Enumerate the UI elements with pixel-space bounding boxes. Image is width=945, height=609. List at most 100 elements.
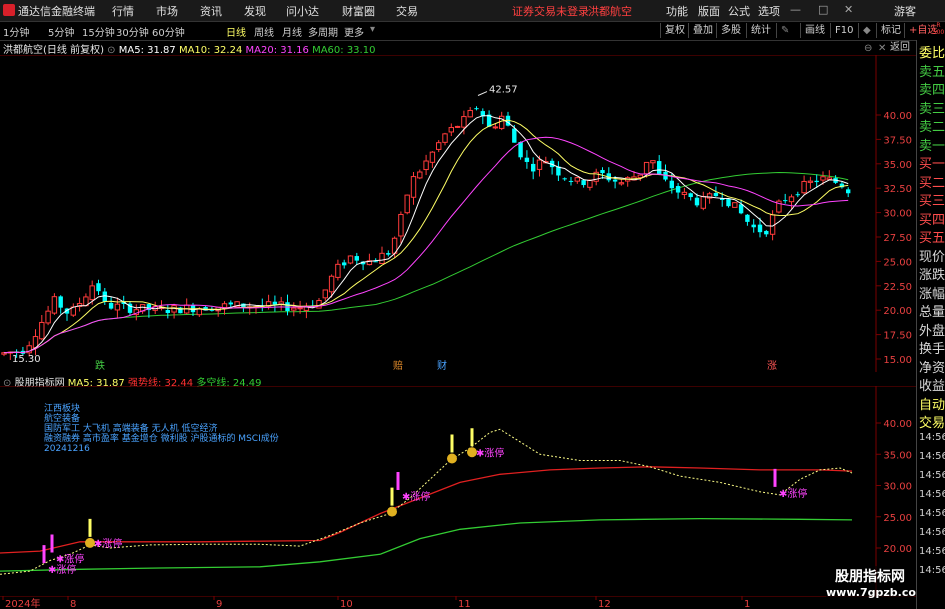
candle-body-up — [436, 142, 442, 150]
candle-body-down — [562, 178, 567, 180]
side-panel-item: 买二 — [919, 175, 945, 191]
candle-body-up — [587, 179, 593, 188]
candle-body-down — [738, 204, 744, 214]
overlay-button[interactable]: 叠加 — [688, 23, 717, 38]
marker-icon[interactable]: ◆ — [858, 23, 875, 38]
tick-time: 14:56 — [919, 508, 945, 519]
pen-icon[interactable]: ✎ — [776, 23, 793, 38]
candle-body-down — [694, 197, 700, 206]
zoom-out-icon[interactable]: ⊖ — [864, 43, 872, 54]
tick-time: 14:56 — [919, 527, 945, 538]
candle-body-down — [688, 193, 693, 198]
side-panel-item: 卖一 — [919, 138, 945, 154]
pane-close-icon[interactable]: ✕ — [878, 43, 886, 54]
limit-up-label: ✱涨停 — [56, 553, 84, 566]
login-status[interactable]: 证券交易未登录 — [512, 3, 589, 19]
menu-market[interactable]: 市场 — [156, 3, 178, 19]
candle-body-up — [700, 196, 706, 209]
side-panel-item: 卖四 — [919, 83, 945, 98]
stock-name-title: 洪都航空 — [588, 5, 632, 18]
event-marker[interactable]: 涨 — [767, 360, 777, 372]
menu-formula[interactable]: 公式 — [728, 3, 750, 19]
candle-body-up — [467, 109, 473, 118]
tf-more[interactable]: 更多 — [344, 24, 364, 39]
candle-body-up — [51, 296, 58, 314]
tf-multi[interactable]: 多周期 — [308, 24, 338, 39]
signal-bar — [773, 468, 777, 487]
f10-button[interactable]: F10 — [830, 23, 857, 38]
tf-monthly[interactable]: 月线 — [282, 24, 302, 39]
tf-15min[interactable]: 15分钟 — [82, 24, 115, 39]
guest-label[interactable]: 游客 — [894, 3, 916, 19]
title-bar: 通达信金融终端 行情 市场 资讯 发现 问小达 财富圈 交易 证券交易未登录 洪… — [0, 0, 945, 22]
note-line-3: 国防军工 大飞机 高端装备 无人机 低空经济 — [44, 424, 218, 434]
tick-time: 14:56 — [919, 451, 945, 462]
candle-body-up — [826, 177, 832, 180]
limit-up-label: ✱涨停 — [476, 446, 504, 459]
candle-body-up — [536, 159, 543, 170]
tick-time: 14:56 — [919, 565, 945, 576]
main-kline-chart[interactable]: 40.00 37.50 35.00 32.50 30.00 27.50 25.00 22.50… — [0, 55, 916, 372]
coin-icon — [447, 453, 457, 464]
x-axis-label: 10 — [340, 599, 353, 609]
chart-toolbar: 1分钟 5分钟 15分钟 30分钟 60分钟 日线 周线 月线 多周期 更多 ▾… — [0, 22, 945, 41]
candle-body-down — [354, 256, 359, 261]
menu-options[interactable]: 选项 — [758, 3, 780, 19]
maximize-icon[interactable]: □ — [818, 3, 828, 16]
more-chevron-icon[interactable]: ▾ — [370, 24, 375, 35]
candle-body-up — [114, 303, 121, 311]
candle-body-down — [783, 200, 788, 202]
side-panel-item: 总量 — [919, 305, 945, 320]
candle-body-down — [272, 301, 278, 305]
tf-60min[interactable]: 60分钟 — [152, 24, 185, 39]
x-axis-label: 9 — [216, 599, 222, 609]
side-panel-item: 买五 — [919, 231, 945, 246]
menu-trade[interactable]: 交易 — [396, 3, 418, 19]
watermark-url: www.7gpzb.com — [826, 586, 928, 599]
side-panel-item[interactable]: 交易 — [919, 412, 945, 431]
x-axis-label: 2024年 — [5, 597, 40, 609]
main-info-line: 洪都航空(日线 前复权) ⊙ MA5: 31.87 MA10: 32.24 MA… — [3, 41, 375, 56]
candle-body-up — [39, 321, 45, 340]
candle-body-down — [373, 261, 378, 263]
tf-30min[interactable]: 30分钟 — [116, 24, 149, 39]
back-button[interactable]: 返回 — [886, 40, 914, 55]
menu-layout[interactable]: 版面 — [698, 3, 720, 19]
candle-body-up — [448, 127, 455, 133]
candle-body-down — [612, 179, 618, 182]
sub-y-tick-label: 25.00 — [883, 513, 912, 524]
multi-stock-button[interactable]: 多股 — [716, 23, 745, 38]
side-panel-item[interactable]: 自动 — [919, 394, 945, 413]
menu-quotes[interactable]: 行情 — [112, 3, 134, 19]
candle-body-up — [643, 161, 650, 175]
candle-body-up — [461, 116, 467, 128]
minimize-icon[interactable]: — — [790, 3, 801, 16]
menu-wealth[interactable]: 财富圈 — [342, 3, 375, 19]
note-line-2: 航空装备 — [44, 414, 81, 424]
draw-line-button[interactable]: 画线 — [800, 23, 829, 38]
candle-body-down — [342, 262, 347, 266]
tf-daily[interactable]: 日线 — [226, 24, 246, 39]
menu-ask[interactable]: 问小达 — [286, 3, 319, 19]
mark-button[interactable]: 标记 — [876, 23, 905, 38]
app-logo-icon — [3, 4, 15, 16]
tick-time: 14:56 — [919, 489, 945, 500]
tf-1min[interactable]: 1分钟 — [3, 24, 29, 39]
adjust-button[interactable]: 复权 — [660, 23, 689, 38]
side-panel-item: 换手 — [919, 342, 945, 357]
stats-button[interactable]: 统计 — [746, 23, 775, 38]
menu-news[interactable]: 资讯 — [200, 3, 222, 19]
candle-body-up — [442, 133, 448, 143]
candle-body-down — [757, 224, 763, 233]
close-icon[interactable]: ✕ — [844, 3, 853, 16]
menu-discover[interactable]: 发现 — [244, 3, 266, 19]
menu-function[interactable]: 功能 — [666, 3, 688, 19]
event-marker[interactable]: 跌 — [95, 359, 105, 372]
tf-5min[interactable]: 5分钟 — [48, 24, 74, 39]
event-marker[interactable]: 赔 — [393, 359, 403, 372]
x-axis-label: 11 — [458, 599, 471, 609]
tf-weekly[interactable]: 周线 — [254, 24, 274, 39]
candle-body-up — [398, 213, 404, 237]
event-marker[interactable]: 财 — [437, 359, 447, 372]
candle-body-up — [499, 115, 505, 129]
